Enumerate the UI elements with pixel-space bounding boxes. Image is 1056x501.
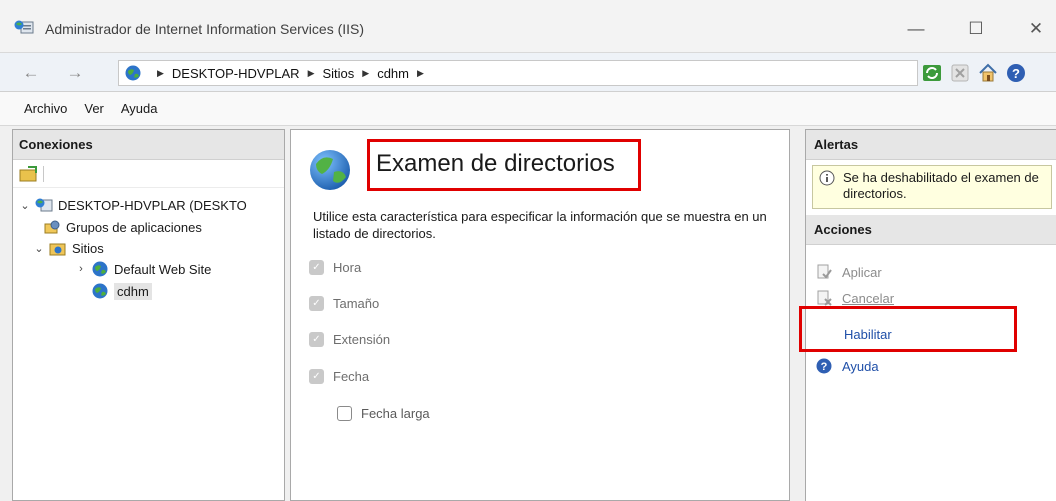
checkbox-fecha-larga[interactable] <box>337 406 352 421</box>
address-toolbar: ? <box>921 62 1027 84</box>
tree-node-app-pools[interactable]: Grupos de aplicaciones <box>39 216 202 238</box>
breadcrumb-server[interactable]: DESKTOP-HDVPLAR <box>172 66 300 81</box>
svg-text:?: ? <box>1012 66 1020 81</box>
checkbox-fecha[interactable]: ✓ <box>309 369 324 384</box>
action-apply[interactable]: Aplicar <box>816 264 882 280</box>
title-bar: Administrador de Internet Information Se… <box>0 0 1056 52</box>
info-icon <box>819 170 835 186</box>
connections-toolbar <box>13 160 284 188</box>
tree-label-default-site: Default Web Site <box>114 261 212 277</box>
back-button[interactable]: ← <box>18 61 44 85</box>
breadcrumb-site[interactable]: cdhm <box>377 66 409 81</box>
menu-archivo[interactable]: Archivo <box>24 101 67 116</box>
cancel-icon <box>817 290 832 306</box>
option-label: Fecha <box>333 369 370 384</box>
breadcrumb-separator: ▶ <box>362 68 370 78</box>
checkbox-tamano[interactable]: ✓ <box>309 296 324 311</box>
tree-label-cdhm: cdhm <box>114 282 152 300</box>
address-bar: ← → ▶ DESKTOP-HDVPLAR ▶ Sitios ▶ cdhm ▶ <box>0 52 1056 92</box>
checkbox-hora[interactable]: ✓ <box>309 260 324 275</box>
option-fecha[interactable]: ✓ Fecha <box>309 369 369 384</box>
maximize-button[interactable]: ☐ <box>951 14 1001 44</box>
option-extension[interactable]: ✓ Extensión <box>309 332 390 347</box>
help-icon: ? <box>816 358 832 374</box>
option-tamano[interactable]: ✓ Tamaño <box>309 296 379 311</box>
breadcrumb-separator: ▶ <box>307 68 315 78</box>
tree-node-cdhm[interactable]: cdhm <box>87 280 152 302</box>
actions-header: Acciones <box>806 215 1056 245</box>
checkbox-extension[interactable]: ✓ <box>309 332 324 347</box>
feature-description: Utilice esta característica para especif… <box>313 209 767 241</box>
globe-icon <box>125 65 141 81</box>
tree-node-server[interactable]: ⌄ DESKTOP-HDVPLAR (DESKTO <box>19 194 247 216</box>
breadcrumb-separator: ▶ <box>157 68 164 78</box>
option-label: Extensión <box>333 332 391 347</box>
forward-button[interactable]: → <box>62 61 88 85</box>
tree-node-default-site[interactable]: › Default Web Site <box>75 258 211 280</box>
tree-node-sites[interactable]: ⌄ Sitios <box>33 237 104 259</box>
menu-ver[interactable]: Ver <box>84 101 104 116</box>
action-cancel[interactable]: Cancelar <box>816 290 894 306</box>
address-field[interactable]: ▶ DESKTOP-HDVPLAR ▶ Sitios ▶ cdhm ▶ <box>118 60 918 86</box>
option-label: Tamaño <box>333 296 380 311</box>
tree-label-server: DESKTOP-HDVPLAR (DESKTO <box>58 197 247 213</box>
globe-icon <box>92 261 108 277</box>
collapse-icon[interactable]: ⌄ <box>33 242 45 255</box>
connections-header: Conexiones <box>13 130 284 160</box>
iis-app-icon <box>14 20 34 34</box>
collapse-icon[interactable]: ⌄ <box>19 199 31 212</box>
highlight-enable-action <box>799 306 1017 352</box>
server-icon <box>35 198 53 212</box>
breadcrumb-separator[interactable]: ▶ <box>417 68 424 79</box>
action-apply-label: Aplicar <box>842 264 882 280</box>
tree-label-app-pools: Grupos de aplicaciones <box>66 219 202 235</box>
iis-manager-window: Administrador de Internet Information Se… <box>0 0 1056 501</box>
option-hora[interactable]: ✓ Hora <box>309 260 361 275</box>
connections-pane: Conexiones ⌄ DESKTOP-HDVPLAR (DESKTO Gru… <box>12 129 285 501</box>
app-pools-icon <box>44 220 60 234</box>
tree-label-sites: Sitios <box>72 240 104 256</box>
globe-icon <box>92 283 108 299</box>
option-fecha-larga[interactable]: Fecha larga <box>337 406 430 421</box>
option-label: Fecha larga <box>361 406 430 421</box>
breadcrumb-sites[interactable]: Sitios <box>322 66 354 81</box>
highlight-feature-title <box>367 139 641 191</box>
close-button[interactable]: ✕ <box>1011 14 1056 44</box>
expand-icon[interactable]: › <box>75 263 87 275</box>
menu-bar: Archivo Ver Ayuda <box>0 92 1056 126</box>
directory-browsing-icon <box>310 150 350 190</box>
home-icon[interactable] <box>977 62 999 84</box>
alert-message-box: Se ha deshabilitado el examen de directo… <box>812 165 1052 209</box>
minimize-button[interactable]: — <box>891 14 941 44</box>
menu-ayuda[interactable]: Ayuda <box>121 101 158 116</box>
action-help[interactable]: ? Ayuda <box>816 358 879 374</box>
option-label: Hora <box>333 260 362 275</box>
window-title: Administrador de Internet Information Se… <box>45 21 365 37</box>
stop-icon[interactable] <box>949 62 971 84</box>
apply-icon <box>817 264 832 279</box>
connect-icon[interactable] <box>19 166 39 182</box>
breadcrumb: ▶ DESKTOP-HDVPLAR ▶ Sitios ▶ cdhm ▶ <box>149 66 432 81</box>
svg-text:?: ? <box>821 361 828 373</box>
sites-folder-icon <box>49 243 66 256</box>
refresh-icon[interactable] <box>921 62 943 84</box>
action-help-label: Ayuda <box>842 358 879 374</box>
alert-message: Se ha deshabilitado el examen de directo… <box>843 170 1039 201</box>
alerts-header: Alertas <box>806 130 1056 160</box>
toolbar-divider <box>43 166 44 182</box>
help-icon[interactable]: ? <box>1005 62 1027 84</box>
action-cancel-label: Cancelar <box>842 290 895 306</box>
